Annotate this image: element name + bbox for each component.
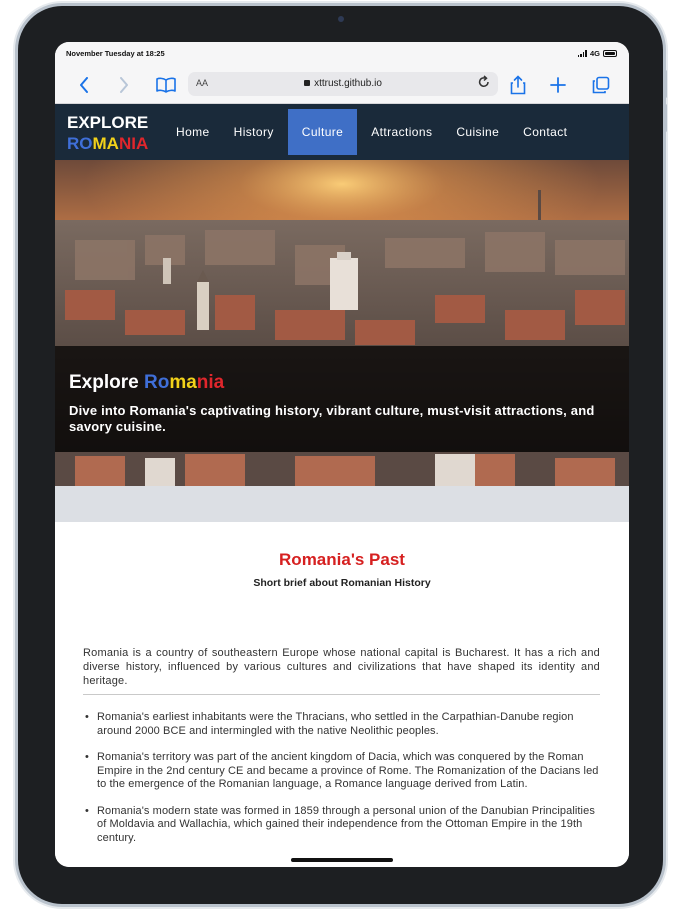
nav-history[interactable]: History bbox=[224, 104, 284, 160]
nav-contact[interactable]: Contact bbox=[513, 104, 577, 160]
list-item: Romania's territory was part of the anci… bbox=[83, 751, 600, 792]
back-icon[interactable] bbox=[73, 74, 95, 96]
status-indicators: 4G bbox=[577, 49, 617, 58]
section-subtitle: Short brief about Romanian History bbox=[253, 577, 431, 589]
hero-banner: Explore Romania Dive into Romania's capt… bbox=[55, 160, 629, 486]
camera bbox=[338, 16, 344, 22]
reload-icon[interactable] bbox=[478, 75, 490, 92]
intro-paragraph: Romania is a country of southeastern Eur… bbox=[83, 647, 600, 687]
forward-icon[interactable] bbox=[113, 74, 135, 96]
home-indicator[interactable] bbox=[291, 858, 393, 862]
nav-culture[interactable]: Culture bbox=[287, 109, 358, 155]
status-bar: November Tuesday at 18:25 4G bbox=[55, 42, 629, 66]
share-icon[interactable] bbox=[507, 74, 529, 96]
section-divider-band bbox=[55, 486, 629, 522]
volume-button bbox=[664, 104, 667, 132]
url-text: xttrust.github.io bbox=[188, 78, 498, 89]
nav-cuisine[interactable]: Cuisine bbox=[446, 104, 509, 160]
hero-subtitle: Dive into Romania's captivating history,… bbox=[69, 403, 595, 434]
nav-home[interactable]: Home bbox=[166, 104, 220, 160]
status-time: November Tuesday at 18:25 bbox=[66, 49, 165, 58]
nav-attractions[interactable]: Attractions bbox=[361, 104, 442, 160]
network-label: 4G bbox=[589, 49, 600, 58]
nav-links: Home History Culture Attractions Cuisine… bbox=[164, 104, 579, 160]
site-navbar: EXPLORE ROMANIA Home History Culture Att… bbox=[55, 104, 629, 160]
hero-overlay bbox=[55, 346, 629, 452]
history-facts-list: Romania's earliest inhabitants were the … bbox=[83, 711, 600, 858]
logo-line-1: EXPLORE bbox=[67, 113, 149, 132]
list-item: Romania's earliest inhabitants were the … bbox=[83, 711, 600, 738]
divider bbox=[83, 694, 600, 695]
hero-title: Explore Romania bbox=[69, 372, 225, 393]
list-item: Romania's modern state was formed in 185… bbox=[83, 805, 600, 846]
battery-icon bbox=[603, 50, 617, 57]
bookmarks-icon[interactable] bbox=[155, 74, 177, 96]
tabs-icon[interactable] bbox=[590, 74, 612, 96]
lock-icon bbox=[304, 80, 311, 86]
screen: November Tuesday at 18:25 4G AA xttrust.… bbox=[55, 42, 629, 867]
address-bar[interactable]: AA xttrust.github.io bbox=[188, 72, 498, 96]
site-logo[interactable]: EXPLORE ROMANIA bbox=[67, 112, 148, 154]
section-title: Romania's Past bbox=[279, 550, 405, 569]
logo-line-2: ROMANIA bbox=[67, 134, 149, 153]
new-tab-icon[interactable] bbox=[547, 74, 569, 96]
volume-button bbox=[664, 70, 667, 98]
signal-icon bbox=[577, 50, 587, 57]
history-section: Romania's Past Short brief about Romania… bbox=[55, 522, 629, 867]
browser-toolbar: AA xttrust.github.io bbox=[55, 66, 629, 104]
